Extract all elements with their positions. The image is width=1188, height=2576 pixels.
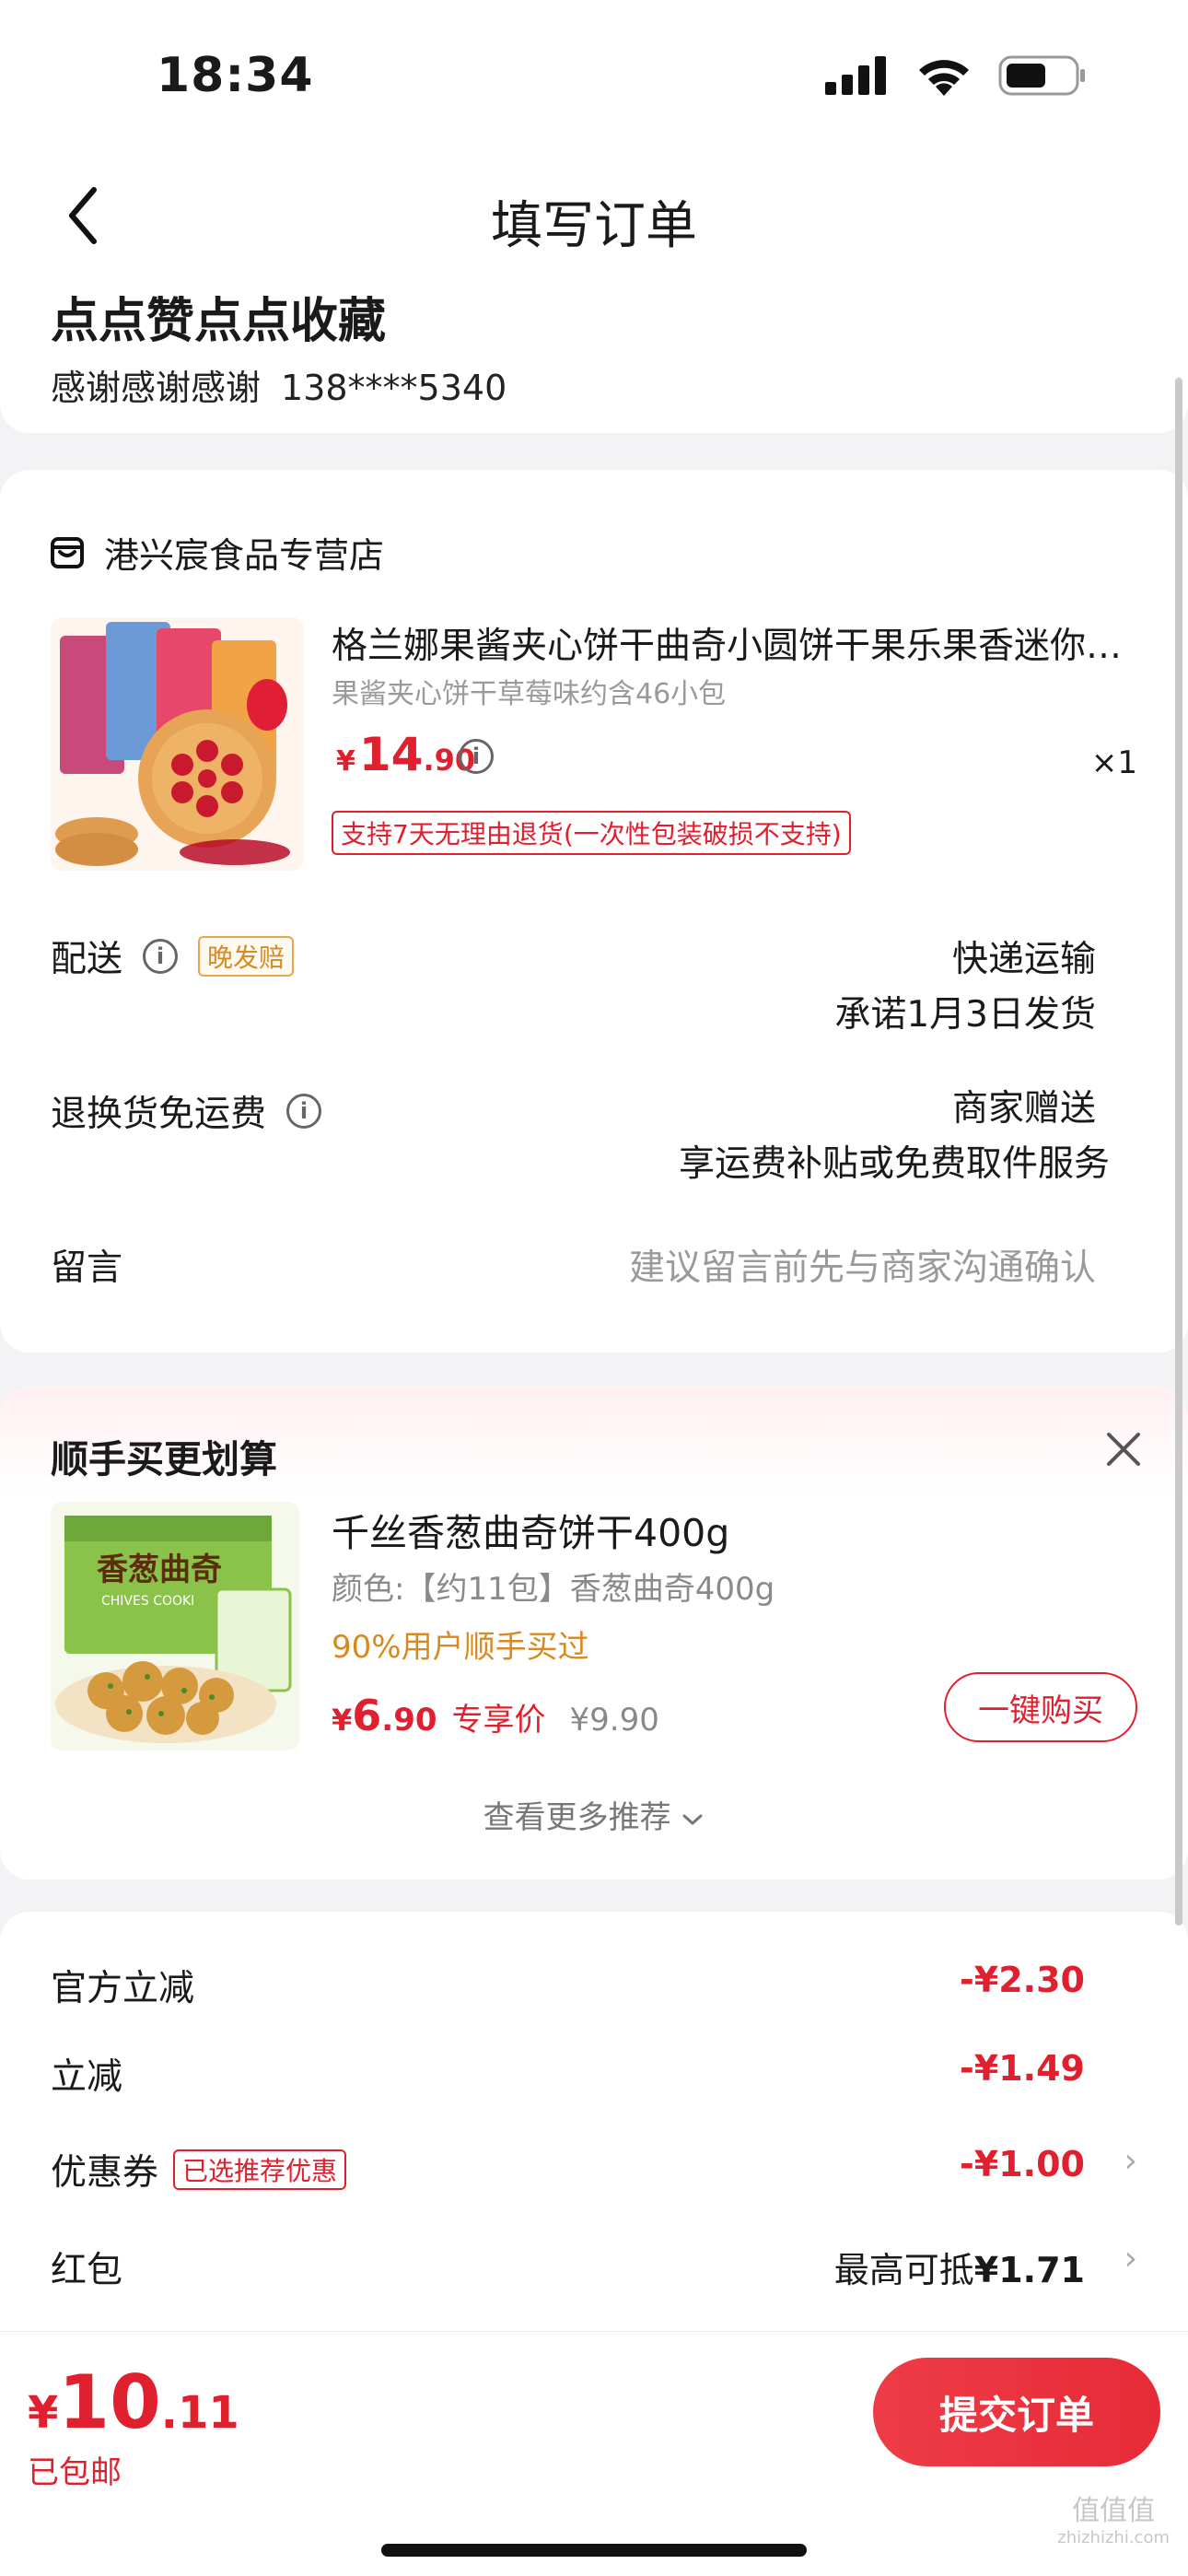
shop-row[interactable]: 港兴宸食品专营店 <box>51 527 384 578</box>
product-price: ¥14.90 <box>336 728 476 781</box>
page-title: 填写订单 <box>491 196 697 256</box>
coupon-label: 优惠券 <box>51 2152 159 2194</box>
red-packet-label: 红包 <box>51 2250 123 2291</box>
watermark: 值值值 zhizhizhi.com <box>1057 2495 1170 2547</box>
product-image[interactable] <box>51 617 304 871</box>
status-time: 18:34 <box>157 48 314 103</box>
return-shipping-info-icon[interactable]: i <box>286 1094 322 1129</box>
one-click-buy-button[interactable]: 一键购买 <box>944 1672 1137 1742</box>
shop-name: 港兴宸食品专营店 <box>104 535 385 576</box>
address-card[interactable]: 点点赞点点收藏 感谢感谢感谢 138****5340 <box>0 249 1188 433</box>
store-icon <box>51 536 84 568</box>
upsell-price-tag: 专享价 <box>451 1702 546 1739</box>
recipient-name: 感谢感谢感谢 <box>51 368 262 408</box>
delivery-promise: 承诺1月3日发货 <box>834 994 1096 1036</box>
late-compensation-badge: 晚发赔 <box>198 936 295 977</box>
recipient-phone: 138****5340 <box>281 368 507 408</box>
coupon-row[interactable]: 优惠券 已选推荐优惠 <box>51 2144 347 2195</box>
product-quantity[interactable]: ×1 <box>1091 744 1137 781</box>
red-packet-value[interactable]: 最高可抵¥1.71 <box>834 2242 1085 2292</box>
box-brand-text: 香葱曲奇 <box>97 1551 222 1588</box>
upsell-hint: 90%用户顺手买过 <box>332 1629 589 1666</box>
more-recommendations-link[interactable]: 查看更多推荐 <box>0 1792 1188 1837</box>
upsell-product-image[interactable]: 香葱曲奇 CHIVES COOKI <box>51 1502 299 1751</box>
coupon-badge: 已选推荐优惠 <box>173 2149 347 2190</box>
box-sub-text: CHIVES COOKI <box>101 1594 194 1609</box>
upsell-card: 顺手买更划算 香葱曲奇 CHIVES COOKI 千丝香葱曲奇饼干400g 颜色… <box>0 1387 1188 1879</box>
delivery-label: 配送 <box>51 939 123 980</box>
delivery-info-icon[interactable]: i <box>143 939 179 974</box>
wifi-icon <box>919 60 969 96</box>
return-shipping-value: 商家赠送 <box>951 1088 1096 1130</box>
return-policy-badge: 支持7天无理由退货(一次性包装破损不支持) <box>332 811 851 855</box>
scrollbar[interactable] <box>1175 378 1182 1926</box>
return-shipping-row: 退换货免运费 i <box>51 1085 322 1137</box>
close-button[interactable] <box>1096 1422 1151 1477</box>
delivery-label-row: 配送 i 晚发赔 <box>51 931 295 982</box>
price-info-icon[interactable]: i <box>459 739 494 774</box>
delivery-method[interactable]: 快递运输 <box>952 931 1096 982</box>
home-indicator[interactable] <box>381 2544 807 2557</box>
return-shipping-desc: 享运费补贴或免费取件服务 <box>678 1143 1110 1185</box>
submit-order-button[interactable]: 提交订单 <box>873 2358 1160 2466</box>
message-input[interactable]: 建议留言前先与商家沟通确认 <box>629 1239 1096 1291</box>
upsell-current-price: ¥6.90 <box>332 1691 437 1740</box>
address-contact: 感谢感谢感谢 138****5340 <box>51 359 527 410</box>
official-discount-value: -¥2.30 <box>960 1960 1085 2000</box>
close-icon <box>1107 1433 1140 1466</box>
message-label: 留言 <box>51 1247 123 1289</box>
upsell-product-spec[interactable]: 颜色:【约11包】香葱曲奇400g <box>332 1563 775 1609</box>
return-shipping-label: 退换货免运费 <box>51 1094 267 1135</box>
chevron-down-icon <box>682 1814 703 1826</box>
chevron-right-icon: › <box>1124 2240 1137 2277</box>
product-title: 格兰娜果酱夹心饼干曲奇小圆饼干果乐果香迷你… <box>332 626 1123 667</box>
battery-icon <box>998 55 1085 96</box>
chevron-right-icon: › <box>1124 2142 1137 2180</box>
status-bar: 18:34 <box>0 0 1188 157</box>
status-icons <box>825 55 1087 96</box>
upsell-title: 顺手买更划算 <box>51 1437 277 1481</box>
product-spec[interactable]: 果酱夹心饼干草莓味约含46小包 <box>332 671 726 711</box>
instant-discount-value: -¥1.49 <box>960 2048 1085 2089</box>
upsell-original-price: ¥9.90 <box>569 1702 659 1739</box>
coupon-value[interactable]: -¥1.00 <box>960 2144 1085 2184</box>
upsell-price: ¥6.90 专享价 ¥9.90 <box>332 1691 659 1740</box>
upsell-product-name: 千丝香葱曲奇饼干400g <box>332 1511 730 1555</box>
signal-icon <box>825 56 886 95</box>
free-shipping-note: 已包邮 <box>28 2454 122 2491</box>
checkout-bar: ¥10.11 已包邮 提交订单 <box>0 2331 1188 2576</box>
discounts-card: 官方立减 -¥2.30 立减 -¥1.49 优惠券 已选推荐优惠 -¥1.00 … <box>0 1912 1188 2391</box>
order-card: 港兴宸食品专营店 格兰娜果酱夹心饼干曲奇小圆饼干果乐果香迷你… 果酱夹心饼干草莓… <box>0 470 1188 1352</box>
total-price: ¥10.11 <box>28 2359 239 2445</box>
instant-discount-label: 立减 <box>51 2056 123 2098</box>
address-name: 点点赞点点收藏 <box>51 294 387 349</box>
official-discount-label: 官方立减 <box>51 1968 195 2009</box>
